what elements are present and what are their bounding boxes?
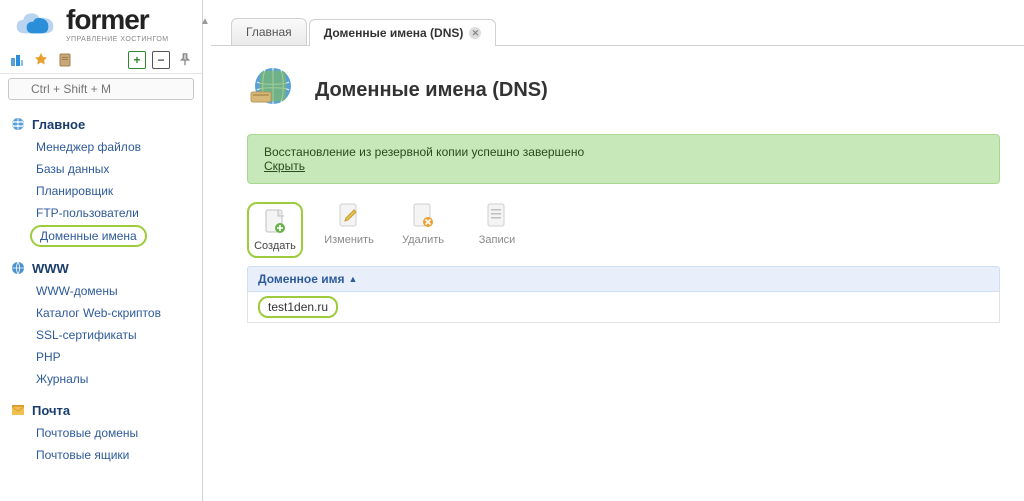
domain-cell: test1den.ru: [258, 296, 338, 318]
tab-label: Главная: [246, 25, 292, 39]
expand-all-button[interactable]: +: [128, 51, 146, 69]
globe-icon: [247, 64, 299, 116]
action-label: Изменить: [324, 234, 374, 246]
nav-item-logs[interactable]: Журналы: [30, 369, 94, 389]
nav-group-label: Главное: [32, 117, 85, 132]
action-label: Записи: [479, 234, 516, 246]
nav-group-label: Почта: [32, 403, 70, 418]
nav-group-main[interactable]: Главное: [0, 112, 202, 136]
tab-label: Доменные имена (DNS): [324, 26, 464, 40]
document-delete-icon: [409, 202, 437, 230]
cloud-logo-icon: [10, 8, 60, 42]
www-icon: [10, 260, 26, 276]
close-icon[interactable]: ✕: [469, 27, 481, 39]
mail-icon: [10, 402, 26, 418]
globe-small-icon: [10, 116, 26, 132]
nav-item-wwwdomains[interactable]: WWW-домены: [30, 281, 124, 301]
column-label: Доменное имя: [258, 272, 345, 286]
nav-item-php[interactable]: PHP: [30, 347, 67, 367]
brand-name: former: [66, 6, 169, 34]
tab-home[interactable]: Главная: [231, 18, 307, 45]
notice-hide-link[interactable]: Скрыть: [264, 159, 305, 173]
nav-item-databases[interactable]: Базы данных: [30, 159, 115, 179]
home-icon[interactable]: [8, 51, 26, 69]
action-label: Создать: [254, 240, 296, 252]
create-button[interactable]: Создать: [247, 202, 303, 258]
table-row[interactable]: test1den.ru: [247, 292, 1000, 323]
document-add-icon: [261, 208, 289, 236]
nav-item-ftp[interactable]: FTP-пользователи: [30, 203, 145, 223]
domain-table: Доменное имя ▲ test1den.ru: [247, 266, 1000, 323]
nav-item-filemanager[interactable]: Менеджер файлов: [30, 137, 147, 157]
logo: former управление хостингом: [0, 0, 202, 47]
notice-text: Восстановление из резервной копии успешн…: [264, 145, 983, 159]
sort-asc-icon: ▲: [349, 274, 358, 284]
document-list-icon: [483, 202, 511, 230]
tabs: Главная Доменные имена (DNS) ✕: [211, 0, 1024, 46]
nav-item-domains[interactable]: Доменные имена: [30, 225, 147, 247]
delete-button[interactable]: Удалить: [395, 202, 451, 258]
nav-item-maildomains[interactable]: Почтовые домены: [30, 423, 144, 443]
search-input[interactable]: [8, 78, 194, 100]
nav-item-mailboxes[interactable]: Почтовые ящики: [30, 445, 135, 465]
tab-domains[interactable]: Доменные имена (DNS) ✕: [309, 19, 497, 46]
nav-group-www[interactable]: WWW: [0, 256, 202, 280]
edit-button[interactable]: Изменить: [321, 202, 377, 258]
clipboard-icon[interactable]: [56, 51, 74, 69]
collapse-all-button[interactable]: −: [152, 51, 170, 69]
nav: Главное Менеджер файлов Базы данных План…: [0, 108, 202, 474]
nav-group-mail[interactable]: Почта: [0, 398, 202, 422]
records-button[interactable]: Записи: [469, 202, 525, 258]
brand-tagline: управление хостингом: [66, 36, 169, 43]
page-title: Доменные имена (DNS): [315, 79, 548, 102]
nav-item-webscripts[interactable]: Каталог Web-скриптов: [30, 303, 167, 323]
table-header-domain[interactable]: Доменное имя ▲: [247, 266, 1000, 292]
sidebar: former управление хостингом + −: [0, 0, 203, 501]
main: Главная Доменные имена (DNS) ✕ Доменные …: [211, 0, 1024, 501]
notice-success: Восстановление из резервной копии успешн…: [247, 134, 1000, 184]
action-label: Удалить: [402, 234, 444, 246]
action-bar: Создать Изменить Удалить Записи: [247, 184, 1000, 266]
star-icon[interactable]: [32, 51, 50, 69]
nav-item-ssl[interactable]: SSL-сертификаты: [30, 325, 143, 345]
pin-icon[interactable]: [176, 51, 194, 69]
nav-item-scheduler[interactable]: Планировщик: [30, 181, 119, 201]
document-edit-icon: [335, 202, 363, 230]
nav-group-label: WWW: [32, 261, 69, 276]
sidebar-scroll-hint: ▲: [203, 0, 211, 501]
sidebar-toolbar: + −: [0, 47, 202, 74]
